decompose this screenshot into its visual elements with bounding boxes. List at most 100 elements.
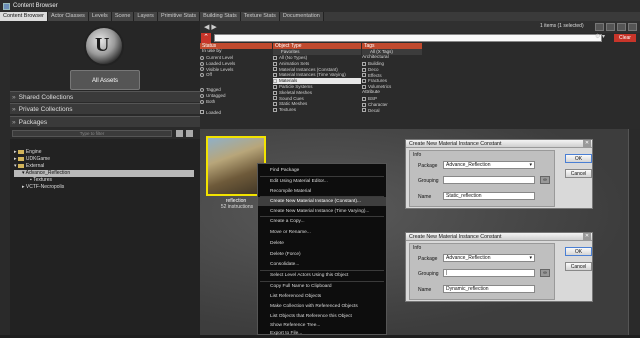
grid-icon[interactable] bbox=[617, 23, 626, 31]
tree-item-engine[interactable]: ▸ Engine bbox=[14, 149, 41, 156]
checkbox-icon bbox=[273, 84, 277, 89]
menu-create-mic[interactable]: Create New Material Instance (Constant).… bbox=[258, 197, 386, 206]
radio-icon bbox=[200, 61, 204, 66]
name-field[interactable]: Dynamic_reflection bbox=[443, 285, 535, 293]
close-icon[interactable]: ✕ bbox=[583, 140, 591, 147]
option-label: Sound Cues bbox=[279, 95, 304, 101]
search-options-icon[interactable]: ⚙ ▾ bbox=[595, 33, 605, 40]
dialog-info-box: Info Package Advance_Reflection Grouping… bbox=[409, 150, 555, 207]
clear-search-button[interactable]: Clear bbox=[614, 34, 636, 42]
nav-arrows-icon[interactable]: ◀ ▶ bbox=[204, 23, 217, 31]
name-field[interactable]: Static_reflection bbox=[443, 192, 535, 200]
menu-find-package[interactable]: Find Package bbox=[258, 166, 386, 175]
option-label: Current Level bbox=[206, 55, 234, 60]
section-label: Private Collections bbox=[18, 106, 73, 113]
dialog-title: Create New Material Instance Constant bbox=[406, 233, 592, 241]
package-filter-input[interactable]: Type to filter bbox=[12, 130, 172, 137]
tab-levels[interactable]: Levels bbox=[88, 12, 112, 21]
folder-icon bbox=[17, 163, 24, 168]
menu-show-reference-tree[interactable]: Show Reference Tree... bbox=[258, 321, 386, 330]
menu-create-mitv[interactable]: Create New Material Instance (Time Varyi… bbox=[258, 207, 386, 216]
status-column: Status In use by Current Level Loaded Le… bbox=[200, 43, 272, 129]
tab-actor-classes[interactable]: Actor Classes bbox=[47, 12, 89, 21]
menu-recompile[interactable]: Recompile Material bbox=[258, 187, 386, 196]
packages-header[interactable]: » Packages bbox=[10, 116, 200, 127]
menu-delete-force[interactable]: Delete (Force) bbox=[258, 250, 386, 259]
checkbox-icon bbox=[273, 67, 277, 72]
tab-texture-stats[interactable]: Texture Stats bbox=[240, 12, 280, 21]
loaded-option[interactable]: Loaded bbox=[200, 110, 272, 116]
checkbox-icon bbox=[200, 110, 204, 115]
package-select[interactable]: Advance_Reflection bbox=[443, 161, 535, 169]
grouping-field[interactable] bbox=[443, 176, 535, 184]
package-label: Package bbox=[418, 163, 438, 169]
cancel-button[interactable]: Cancel bbox=[565, 169, 592, 178]
package-select[interactable]: Advance_Reflection bbox=[443, 254, 535, 262]
chevron-down-icon: » bbox=[12, 119, 16, 126]
menu-make-collection[interactable]: Make Collection with Referenced Objects bbox=[258, 302, 386, 311]
ok-button[interactable]: OK bbox=[565, 154, 592, 163]
browse-binoculars-icon[interactable]: ∞ bbox=[540, 269, 550, 277]
search-row: ⌃ ⚙ ▾ Clear bbox=[200, 33, 640, 43]
list-icon[interactable] bbox=[628, 23, 637, 31]
asset-view-scrollbar[interactable] bbox=[628, 129, 640, 335]
menu-create-copy[interactable]: Create a Copy... bbox=[258, 217, 386, 226]
menu-list-referencing[interactable]: List Objects that Reference this Object bbox=[258, 312, 386, 321]
unreal-logo-icon: U bbox=[84, 26, 124, 66]
all-assets-button[interactable]: All Assets bbox=[70, 70, 140, 90]
tree-item-external[interactable]: ▾ External bbox=[14, 163, 44, 170]
tree-label: External bbox=[25, 163, 45, 169]
tab-documentation[interactable]: Documentation bbox=[279, 12, 324, 21]
close-icon[interactable]: ✕ bbox=[583, 233, 591, 240]
option-label: Loaded bbox=[206, 109, 222, 115]
option-label: Material Instances (Constant) bbox=[279, 66, 338, 72]
edit-icon[interactable] bbox=[186, 130, 193, 137]
app-icon bbox=[3, 2, 10, 10]
grouping-label: Grouping bbox=[418, 178, 439, 184]
collapse-filters-button[interactable]: ⌃ bbox=[201, 33, 211, 43]
create-mic-dialog-2: Create New Material Instance Constant ✕ … bbox=[405, 232, 593, 302]
folder-icon bbox=[17, 149, 24, 154]
menu-copy-full-name[interactable]: Copy Full Name to Clipboard bbox=[258, 282, 386, 291]
browser-toolbar: ◀ ▶ 1 items (1 selected) bbox=[200, 21, 640, 33]
chevron-right-icon: » bbox=[12, 94, 16, 101]
checkbox-icon bbox=[362, 108, 366, 113]
window-title: Content Browser bbox=[13, 3, 58, 9]
private-collections-header[interactable]: » Private Collections bbox=[10, 103, 200, 114]
menu-export[interactable]: Export to File... bbox=[258, 330, 386, 336]
menu-select-actors[interactable]: Select Level Actors Using this Object bbox=[258, 271, 386, 280]
layout-icon[interactable] bbox=[606, 23, 615, 31]
logo-area: U All Assets bbox=[10, 21, 200, 91]
grouping-field[interactable]: | bbox=[443, 269, 535, 277]
menu-delete[interactable]: Delete bbox=[258, 239, 386, 248]
tree-item-udkgame[interactable]: ▸ UDKGame bbox=[14, 156, 50, 163]
option-label: Skeletal Meshes bbox=[279, 89, 313, 95]
checkbox-icon bbox=[362, 61, 366, 66]
menu-move-rename[interactable]: Move or Rename... bbox=[258, 228, 386, 237]
tab-content-browser[interactable]: Content Browser bbox=[0, 12, 48, 21]
shared-collections-header[interactable]: » Shared Collections bbox=[10, 91, 200, 102]
tree-item-vctf-necropolis[interactable]: ▸ VCTF-Necropolis bbox=[22, 184, 64, 191]
menu-consolidate[interactable]: Consolidate... bbox=[258, 260, 386, 269]
menu-list-referenced[interactable]: List Referenced Objects bbox=[258, 292, 386, 301]
browse-binoculars-icon[interactable]: ∞ bbox=[540, 176, 550, 184]
search-input[interactable] bbox=[214, 34, 602, 42]
tab-layers[interactable]: Layers bbox=[134, 12, 158, 21]
option-label: Material Instances (Time Varying) bbox=[279, 72, 346, 78]
option-label: Deco bbox=[368, 66, 379, 72]
option-label: Particle Systems bbox=[279, 83, 313, 89]
tab-primitive-stats[interactable]: Primitive Stats bbox=[157, 12, 201, 21]
ok-button[interactable]: OK bbox=[565, 247, 592, 256]
menu-edit-material[interactable]: Edit Using Material Editor... bbox=[258, 177, 386, 186]
tree-item-advance-reflection[interactable]: ▾ Advance_Reflection bbox=[14, 170, 194, 177]
view-mode-icon[interactable] bbox=[595, 23, 604, 31]
type-option[interactable]: Textures bbox=[273, 107, 361, 113]
refresh-icon[interactable] bbox=[176, 130, 183, 137]
tag-option[interactable]: Decal bbox=[362, 108, 422, 114]
tree-item-textures[interactable]: ▪ Textures bbox=[30, 177, 52, 184]
tab-scene[interactable]: Scene bbox=[111, 12, 135, 21]
tab-building-stats[interactable]: Building Stats bbox=[200, 12, 241, 21]
cancel-button[interactable]: Cancel bbox=[565, 262, 592, 271]
dialog-title: Create New Material Instance Constant bbox=[406, 140, 592, 148]
name-label: Name bbox=[418, 194, 432, 200]
